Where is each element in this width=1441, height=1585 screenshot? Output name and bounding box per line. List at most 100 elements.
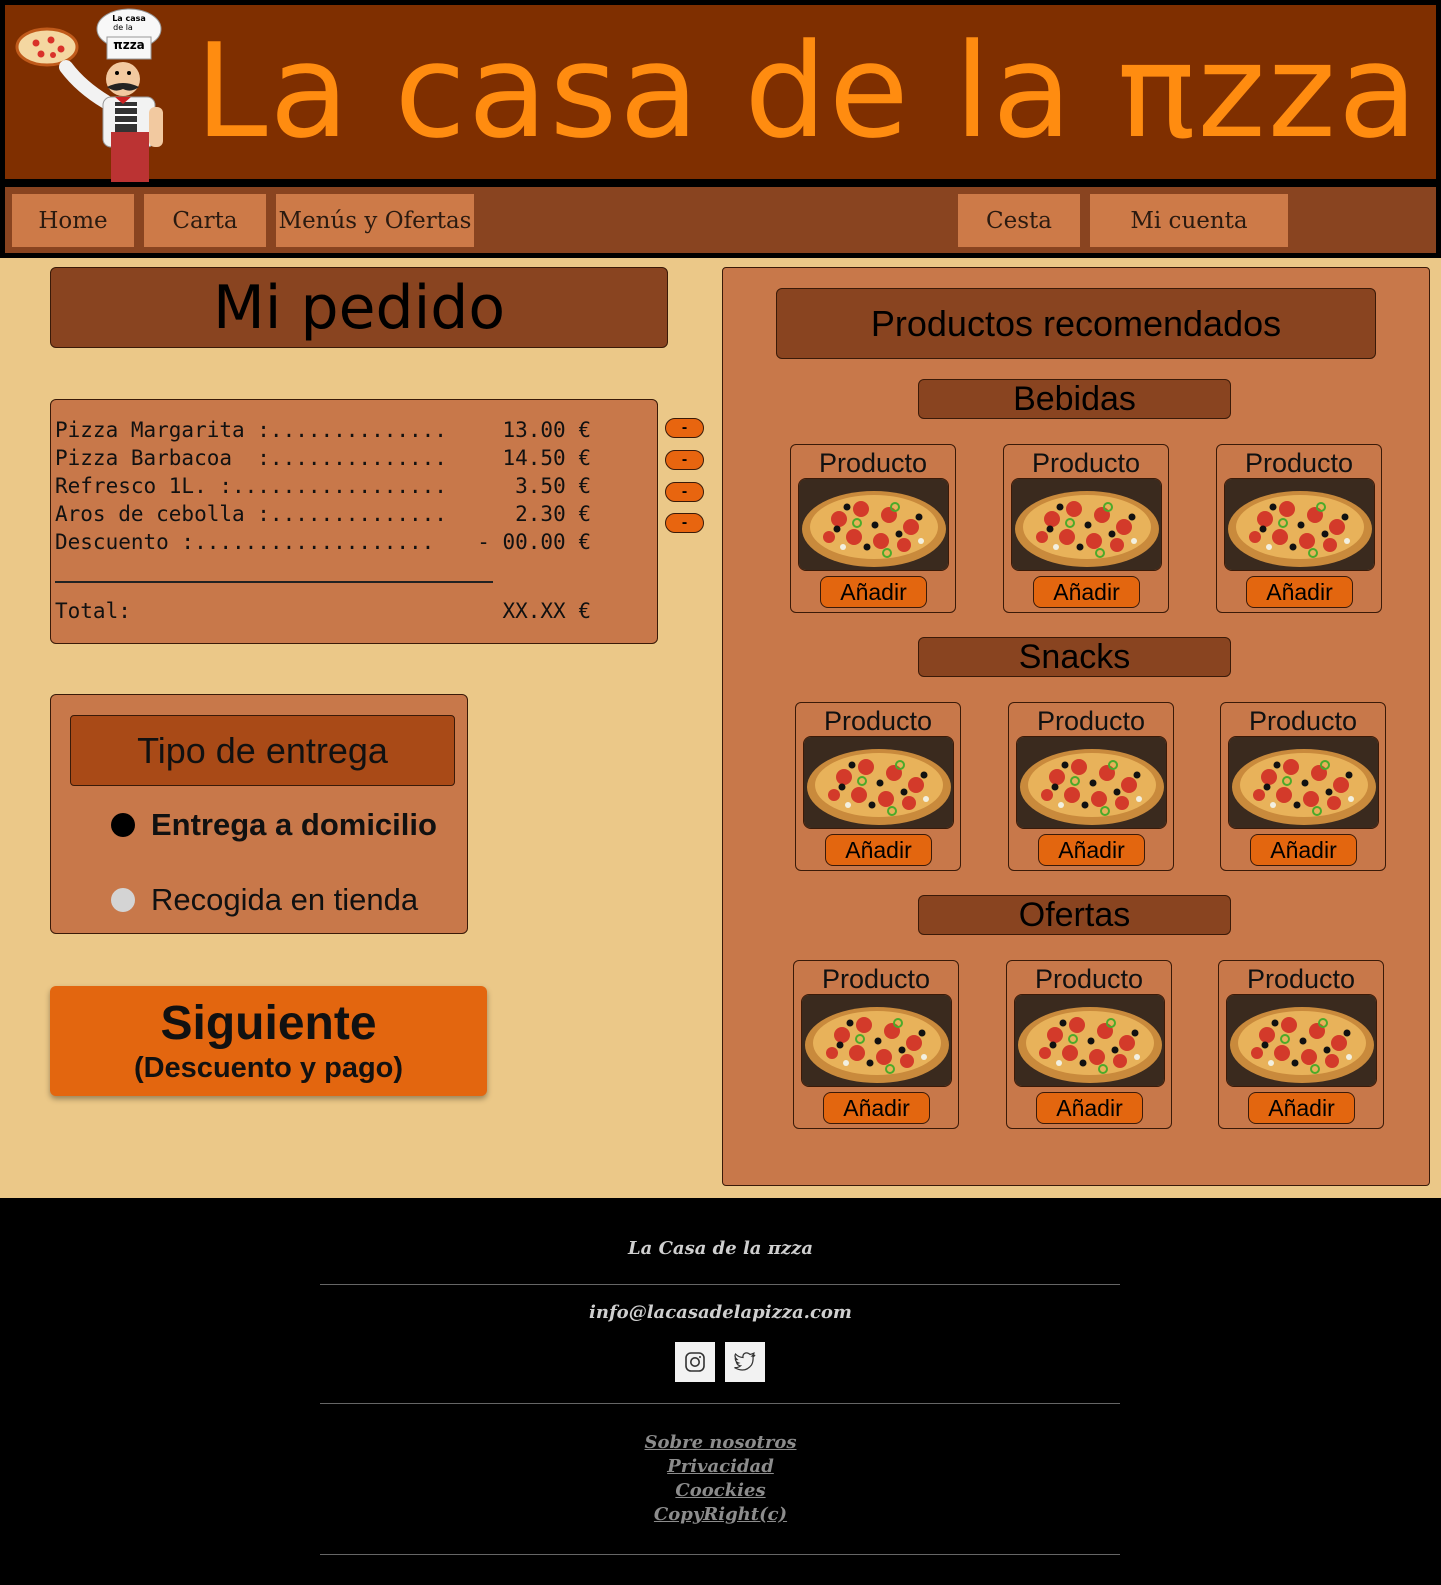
order-receipt: Pizza Margarita :.............. Pizza Ba… bbox=[50, 399, 658, 644]
delivery-panel: Tipo de entrega Entrega a domicilio Reco… bbox=[50, 694, 468, 934]
footer-link-copyright[interactable]: CopyRight(c) bbox=[0, 1504, 1441, 1525]
product-card: Producto Añadir bbox=[1006, 960, 1172, 1129]
product-name: Producto bbox=[823, 706, 933, 736]
recommended-title: Productos recomendados bbox=[776, 288, 1376, 359]
footer-link-sobre-nosotros[interactable]: Sobre nosotros bbox=[0, 1432, 1441, 1453]
product-name: Producto bbox=[821, 964, 931, 994]
order-line-name: Aros de cebolla :.............. bbox=[55, 502, 447, 526]
remove-item-button[interactable]: - bbox=[665, 450, 704, 470]
order-line-value: - 00.00 € bbox=[477, 530, 591, 554]
footer-divider bbox=[320, 1554, 1120, 1555]
product-card: Producto Añadir bbox=[1216, 444, 1382, 613]
order-line: Pizza Margarita :.............. bbox=[55, 418, 447, 446]
nav-mi-cuenta[interactable]: Mi cuenta bbox=[1090, 194, 1288, 247]
order-line: Descuento :................... bbox=[55, 530, 434, 558]
category-title-snacks: Snacks bbox=[918, 637, 1231, 677]
next-button-sublabel: (Descuento y pago) bbox=[133, 1052, 404, 1084]
radio-unselected-icon bbox=[111, 888, 135, 912]
twitter-icon[interactable] bbox=[725, 1342, 765, 1382]
nav-cesta[interactable]: Cesta bbox=[958, 194, 1080, 247]
order-line-name: Pizza Barbacoa :.............. bbox=[55, 446, 447, 470]
main-nav: Home Carta Menús y Ofertas Cesta Mi cuen… bbox=[2, 184, 1439, 256]
remove-item-button[interactable]: - bbox=[665, 418, 704, 438]
product-image bbox=[803, 736, 954, 829]
order-line-value: 3.50 € bbox=[515, 474, 591, 498]
site-header: La casa de la πzza La casa de la πzza bbox=[2, 2, 1439, 182]
order-line-name: Pizza Margarita :.............. bbox=[55, 418, 447, 442]
product-image bbox=[798, 478, 949, 571]
footer-brand: La Casa de la πzza bbox=[628, 1238, 813, 1259]
product-card: Producto Añadir bbox=[790, 444, 956, 613]
add-to-cart-button[interactable]: Añadir bbox=[1038, 834, 1145, 866]
remove-item-button[interactable]: - bbox=[665, 513, 704, 533]
product-card: Producto Añadir bbox=[795, 702, 961, 871]
order-line: Pizza Barbacoa :.............. bbox=[55, 446, 447, 474]
add-to-cart-button[interactable]: Añadir bbox=[1036, 1092, 1143, 1124]
product-name: Producto bbox=[1034, 964, 1144, 994]
radio-label: Entrega a domicilio bbox=[151, 807, 437, 842]
product-name: Producto bbox=[818, 448, 928, 478]
site-footer: La Casa de la πzza info@lacasadelapizza.… bbox=[0, 1198, 1441, 1585]
radio-store-pickup[interactable]: Recogida en tienda bbox=[111, 882, 418, 918]
order-line-value: 14.50 € bbox=[502, 446, 591, 470]
product-card: Producto Añadir bbox=[1008, 702, 1174, 871]
radio-selected-icon bbox=[111, 813, 135, 837]
order-line-value: 2.30 € bbox=[515, 502, 591, 526]
footer-divider bbox=[320, 1284, 1120, 1285]
footer-divider bbox=[320, 1403, 1120, 1404]
product-image bbox=[1224, 478, 1375, 571]
nav-carta[interactable]: Carta bbox=[144, 194, 266, 247]
product-image bbox=[1228, 736, 1379, 829]
logo-text-2: de la bbox=[113, 23, 133, 32]
remove-item-button[interactable]: - bbox=[665, 482, 704, 502]
add-to-cart-button[interactable]: Añadir bbox=[825, 834, 932, 866]
product-image bbox=[1011, 478, 1162, 571]
product-name: Producto bbox=[1248, 706, 1358, 736]
add-to-cart-button[interactable]: Añadir bbox=[1033, 576, 1140, 608]
order-line: Aros de cebolla :.............. bbox=[55, 502, 447, 530]
product-card: Producto Añadir bbox=[1220, 702, 1386, 871]
site-title: La casa de la πzza bbox=[195, 15, 1420, 167]
next-button[interactable]: Siguiente (Descuento y pago) bbox=[50, 986, 487, 1096]
receipt-divider bbox=[55, 581, 493, 583]
product-image bbox=[801, 994, 952, 1087]
order-total-label: Total: bbox=[55, 599, 131, 623]
product-name: Producto bbox=[1246, 964, 1356, 994]
add-to-cart-button[interactable]: Añadir bbox=[1248, 1092, 1355, 1124]
logo-text-1: La casa bbox=[112, 14, 146, 23]
logo-text-3: πzza bbox=[113, 38, 145, 52]
order-total-value: XX.XX € bbox=[502, 599, 591, 623]
footer-link-privacidad[interactable]: Privacidad bbox=[0, 1456, 1441, 1477]
order-line-name: Descuento :................... bbox=[55, 530, 435, 554]
order-line-name: Refresco 1L. :................. bbox=[55, 474, 447, 498]
product-name: Producto bbox=[1244, 448, 1354, 478]
radio-label: Recogida en tienda bbox=[151, 882, 419, 917]
product-name: Producto bbox=[1036, 706, 1146, 736]
footer-link-coockies[interactable]: Coockies bbox=[0, 1480, 1441, 1501]
order-title: Mi pedido bbox=[50, 267, 668, 348]
radio-home-delivery[interactable]: Entrega a domicilio bbox=[111, 807, 437, 843]
product-image bbox=[1226, 994, 1377, 1087]
product-card: Producto Añadir bbox=[1003, 444, 1169, 613]
category-title-ofertas: Ofertas bbox=[918, 895, 1231, 935]
add-to-cart-button[interactable]: Añadir bbox=[1250, 834, 1357, 866]
product-card: Producto Añadir bbox=[1218, 960, 1384, 1129]
instagram-icon[interactable] bbox=[675, 1342, 715, 1382]
add-to-cart-button[interactable]: Añadir bbox=[823, 1092, 930, 1124]
product-image bbox=[1014, 994, 1165, 1087]
chef-logo[interactable]: La casa de la πzza bbox=[11, 7, 181, 182]
add-to-cart-button[interactable]: Añadir bbox=[820, 576, 927, 608]
order-line: Refresco 1L. :................. bbox=[55, 474, 447, 502]
nav-home[interactable]: Home bbox=[12, 194, 134, 247]
recommended-panel: Productos recomendados Bebidas Snacks Of… bbox=[722, 267, 1430, 1186]
delivery-title: Tipo de entrega bbox=[70, 715, 455, 786]
main-content: Mi pedido Pizza Margarita :.............… bbox=[0, 258, 1441, 1198]
product-name: Producto bbox=[1031, 448, 1141, 478]
footer-email[interactable]: info@lacasadelapizza.com bbox=[0, 1302, 1441, 1323]
order-line-value: 13.00 € bbox=[502, 418, 591, 442]
product-card: Producto Añadir bbox=[793, 960, 959, 1129]
product-image bbox=[1016, 736, 1167, 829]
add-to-cart-button[interactable]: Añadir bbox=[1246, 576, 1353, 608]
category-title-bebidas: Bebidas bbox=[918, 379, 1231, 419]
nav-menus-ofertas[interactable]: Menús y Ofertas bbox=[276, 194, 474, 247]
